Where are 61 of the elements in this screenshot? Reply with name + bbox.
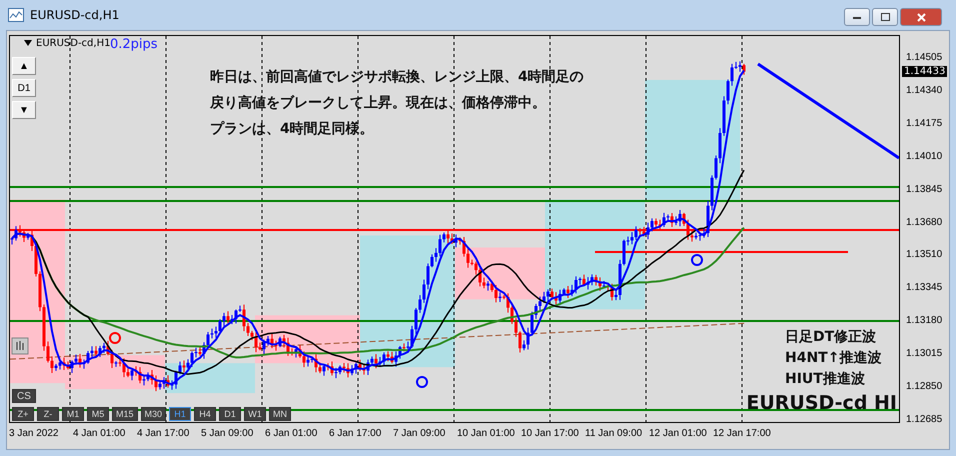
time-axis-label: 10 Jan 17:00 [521,428,579,439]
timeframe-button[interactable]: Z+ [12,407,34,421]
chart-side-button[interactable]: ▼ [12,101,36,119]
time-axis-label: 4 Jan 01:00 [73,428,126,439]
time-axis-label: 11 Jan 09:00 [585,428,642,439]
wave-annotation: HIUT推進波 [785,370,866,388]
timeframe-button[interactable]: M30 [140,407,166,421]
timeframe-button[interactable]: W1 [244,407,266,421]
circle-marker [416,376,428,388]
minimize-button[interactable] [844,8,870,26]
annotation-text: プランは、4時間足同様。 [210,120,375,138]
time-axis-label: 3 Jan 2022 [9,428,58,439]
timeframe-button[interactable]: M5 [87,407,109,421]
annotation-text: 昨日は、前回高値でレジサポ転換、レンジ上限、4時間足の [210,68,584,86]
timeframe-button[interactable]: D1 [219,407,242,421]
close-button[interactable] [900,8,942,26]
symbol-caption: EURUSD-cd HI [746,392,897,414]
symbol-label: EURUSD-cd,H1 [24,38,110,49]
price-axis-label: 1.14505 [906,52,942,63]
timeframe-button[interactable]: H1 [169,407,192,421]
timeframe-button[interactable]: M15 [112,407,138,421]
wave-annotation: H4NT↑推進波 [785,349,882,367]
current-price-label: 1.14433 [902,66,948,78]
time-axis-label: 4 Jan 17:00 [137,428,190,439]
minimize-icon [853,16,861,18]
annotation-text: 戻り高値をブレークして上昇。現在は、価格停滞中。 [210,94,547,112]
price-axis-label: 1.14175 [906,118,942,129]
circle-marker [109,332,121,344]
chart-side-button[interactable]: D1 [12,79,36,97]
spread-label: 0.2pips [110,37,158,52]
time-axis-label: 12 Jan 17:00 [713,428,771,439]
chart-side-button[interactable]: ▲ [12,57,36,75]
time-axis-label: 12 Jan 01:00 [649,428,707,439]
circle-marker [691,254,703,266]
time-axis-label: 7 Jan 09:00 [393,428,446,439]
chart-window-icon [8,8,24,22]
time-axis-label: 6 Jan 01:00 [265,428,318,439]
time-axis-label: 5 Jan 09:00 [201,428,254,439]
dropdown-triangle-icon[interactable] [24,40,32,46]
timeframe-button[interactable]: H4 [194,407,216,421]
price-axis-label: 1.13015 [906,348,942,360]
price-axis-label: 1.14010 [906,150,942,162]
timeframe-button[interactable]: Z- [37,407,59,421]
price-axis-label: 1.13845 [906,184,942,195]
price-axis-label: 1.13680 [906,216,942,228]
price-axis-label: 1.13345 [906,282,942,294]
close-icon [916,12,926,22]
maximize-icon [880,13,890,21]
price-axis-label: 1.12685 [906,414,942,425]
wave-annotation: 日足DT修正波 [785,328,878,346]
timeframe-button[interactable]: M1 [62,407,84,421]
maximize-button[interactable] [872,8,898,26]
price-axis-label: 1.13180 [906,315,942,326]
time-axis-label: 6 Jan 17:00 [329,428,382,439]
window-title: EURUSD-cd,H1 [30,8,120,22]
price-axis-label: 1.13510 [906,249,942,260]
price-axis-label: 1.12850 [906,381,942,392]
timeframe-button[interactable]: MN [269,407,292,421]
price-axis-label: 1.14340 [906,84,942,96]
cs-button[interactable]: CS [12,389,36,403]
time-axis-label: 10 Jan 01:00 [457,428,515,439]
